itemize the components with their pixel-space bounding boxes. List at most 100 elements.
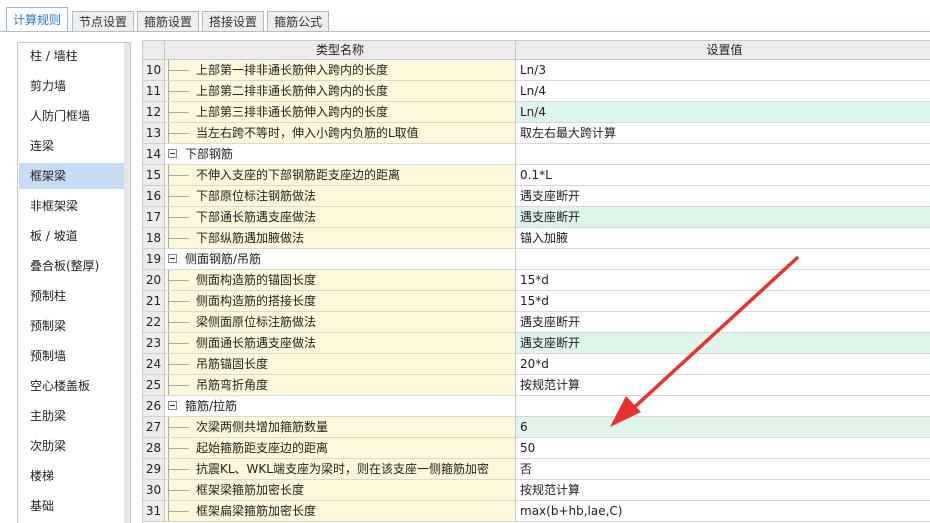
setting-value-cell[interactable]: 50 [516,438,930,459]
type-name-cell[interactable]: 上部第三排非通长筋伸入跨内的长度 [165,102,516,123]
type-name-cell[interactable]: 吊筋弯折角度 [165,375,516,396]
sidebar-item[interactable]: 人防门框墙 [19,103,124,129]
tab-node-settings[interactable]: 节点设置 [72,11,135,32]
table-row[interactable]: 14 下部钢筋 [143,144,930,165]
row-number: 19 [143,249,165,270]
sidebar-item[interactable]: 预制墙 [19,343,124,369]
table-row[interactable]: 19 侧面钢筋/吊筋 [143,249,930,270]
sidebar-item[interactable]: 连梁 [19,133,124,159]
sidebar-item[interactable]: 基础 [19,493,124,519]
table-row[interactable]: 18 下部纵筋遇加腋做法 锚入加腋 [143,228,930,249]
type-name-cell[interactable]: 抗震KL、WKL端支座为梁时，则在该支座一侧箍筋加密 [165,459,516,480]
setting-value-cell[interactable] [516,144,930,165]
group-name-cell[interactable]: 下部钢筋 [165,144,516,165]
tab-stirrup-formula[interactable]: 箍筋公式 [267,11,330,32]
setting-value-cell[interactable]: 锚入加腋 [516,228,930,249]
tab-stirrup-settings[interactable]: 箍筋设置 [137,11,200,32]
type-name-cell[interactable]: 起始箍筋距支座边的距离 [165,438,516,459]
sidebar-item[interactable]: 非框架梁 [19,193,124,219]
type-name-cell[interactable]: 侧面构造筋的锚固长度 [165,270,516,291]
setting-value-cell[interactable]: Ln/4 [516,81,930,102]
type-name-cell[interactable]: 次梁两侧共增加箍筋数量 [165,417,516,438]
table-row[interactable]: 24 吊筋锚固长度 20*d [143,354,930,375]
collapse-icon[interactable] [168,149,177,158]
setting-value-cell[interactable]: 0.1*L [516,165,930,186]
setting-value-cell[interactable]: max(b+hb,lae,C) [516,501,930,522]
sidebar-item[interactable]: 预制柱 [19,283,124,309]
setting-value-cell[interactable] [516,249,930,270]
row-number: 23 [143,333,165,354]
tab-lap-settings[interactable]: 搭接设置 [202,11,265,32]
setting-value-cell[interactable]: 否 [516,459,930,480]
type-name-cell[interactable]: 下部通长筋遇支座做法 [165,207,516,228]
table-row[interactable]: 26 箍筋/拉筋 [143,396,930,417]
sidebar-item[interactable]: 次肋梁 [19,433,124,459]
tree-connector [169,469,189,470]
row-number: 28 [143,438,165,459]
tree-connector [169,427,189,428]
sidebar-item[interactable]: 剪力墙 [19,73,124,99]
table-row[interactable]: 25 吊筋弯折角度 按规范计算 [143,375,930,396]
setting-value-cell[interactable]: Ln/4 [516,102,930,123]
table-row[interactable]: 28 起始箍筋距支座边的距离 50 [143,438,930,459]
setting-value-cell[interactable]: 遇支座断开 [516,333,930,354]
type-name-cell[interactable]: 下部纵筋遇加腋做法 [165,228,516,249]
type-name-label: 侧面构造筋的搭接长度 [196,294,317,308]
table-row[interactable]: 15 不伸入支座的下部钢筋距支座边的距离 0.1*L [143,165,930,186]
collapse-icon[interactable] [168,254,177,263]
setting-value-cell[interactable]: 20*d [516,354,930,375]
type-name-cell[interactable]: 上部第二排非通长筋伸入跨内的长度 [165,81,516,102]
table-row[interactable]: 27 次梁两侧共增加箍筋数量 6 [143,417,930,438]
table-row[interactable]: 22 梁侧面原位标注筋做法 遇支座断开 [143,312,930,333]
sidebar-item[interactable]: 框架梁 [19,163,124,189]
table-row[interactable]: 11 上部第二排非通长筋伸入跨内的长度 Ln/4 [143,81,930,102]
setting-value-cell[interactable]: 按规范计算 [516,480,930,501]
sidebar-item[interactable]: 楼梯 [19,463,124,489]
setting-value-cell[interactable]: Ln/3 [516,60,930,81]
header-setting-value[interactable]: 设置值 [516,41,930,60]
header-type-name[interactable]: 类型名称 [165,41,516,60]
setting-value-cell[interactable]: 遇支座断开 [516,207,930,228]
table-row[interactable]: 17 下部通长筋遇支座做法 遇支座断开 [143,207,930,228]
group-name-cell[interactable]: 侧面钢筋/吊筋 [165,249,516,270]
sidebar-item[interactable]: 空心楼盖板 [19,373,124,399]
setting-value-cell[interactable]: 15*d [516,291,930,312]
sidebar-item[interactable]: 板 / 坡道 [19,223,124,249]
type-name-cell[interactable]: 下部原位标注钢筋做法 [165,186,516,207]
type-name-cell[interactable]: 上部第一排非通长筋伸入跨内的长度 [165,60,516,81]
setting-value-cell[interactable]: 按规范计算 [516,375,930,396]
tab-calc-rules[interactable]: 计算规则 [6,7,69,32]
type-name-cell[interactable]: 梁侧面原位标注筋做法 [165,312,516,333]
sidebar-item[interactable]: 柱 / 墙柱 [19,43,124,69]
setting-value-cell[interactable]: 6 [516,417,930,438]
type-name-cell[interactable]: 侧面构造筋的搭接长度 [165,291,516,312]
collapse-icon[interactable] [168,401,177,410]
table-row[interactable]: 16 下部原位标注钢筋做法 遇支座断开 [143,186,930,207]
group-name-cell[interactable]: 箍筋/拉筋 [165,396,516,417]
setting-value-cell[interactable] [516,396,930,417]
table-row[interactable]: 20 侧面构造筋的锚固长度 15*d [143,270,930,291]
setting-value-cell[interactable]: 遇支座断开 [516,312,930,333]
type-name-cell[interactable]: 侧面通长筋遇支座做法 [165,333,516,354]
setting-value-cell[interactable]: 遇支座断开 [516,186,930,207]
table-row[interactable]: 12 上部第三排非通长筋伸入跨内的长度 Ln/4 [143,102,930,123]
type-name-cell[interactable]: 框架梁箍筋加密长度 [165,480,516,501]
sidebar-item[interactable]: 叠合板(整厚) [19,253,124,279]
table-row[interactable]: 10 上部第一排非通长筋伸入跨内的长度 Ln/3 [143,60,930,81]
setting-value-cell[interactable]: 15*d [516,270,930,291]
type-name-cell[interactable]: 不伸入支座的下部钢筋距支座边的距离 [165,165,516,186]
type-name-cell[interactable]: 吊筋锚固长度 [165,354,516,375]
table-row[interactable]: 31 框架扁梁箍筋加密长度 max(b+hb,lae,C) [143,501,930,522]
sidebar-scrollbar[interactable] [124,43,130,523]
table-row[interactable]: 30 框架梁箍筋加密长度 按规范计算 [143,480,930,501]
row-number: 13 [143,123,165,144]
type-name-cell[interactable]: 框架扁梁箍筋加密长度 [165,501,516,522]
type-name-cell[interactable]: 当左右跨不等时，伸入小跨内负筋的L取值 [165,123,516,144]
setting-value-cell[interactable]: 取左右最大跨计算 [516,123,930,144]
table-row[interactable]: 13 当左右跨不等时，伸入小跨内负筋的L取值 取左右最大跨计算 [143,123,930,144]
table-row[interactable]: 29 抗震KL、WKL端支座为梁时，则在该支座一侧箍筋加密 否 [143,459,930,480]
sidebar-item[interactable]: 预制梁 [19,313,124,339]
table-row[interactable]: 21 侧面构造筋的搭接长度 15*d [143,291,930,312]
sidebar-item[interactable]: 主肋梁 [19,403,124,429]
table-row[interactable]: 23 侧面通长筋遇支座做法 遇支座断开 [143,333,930,354]
